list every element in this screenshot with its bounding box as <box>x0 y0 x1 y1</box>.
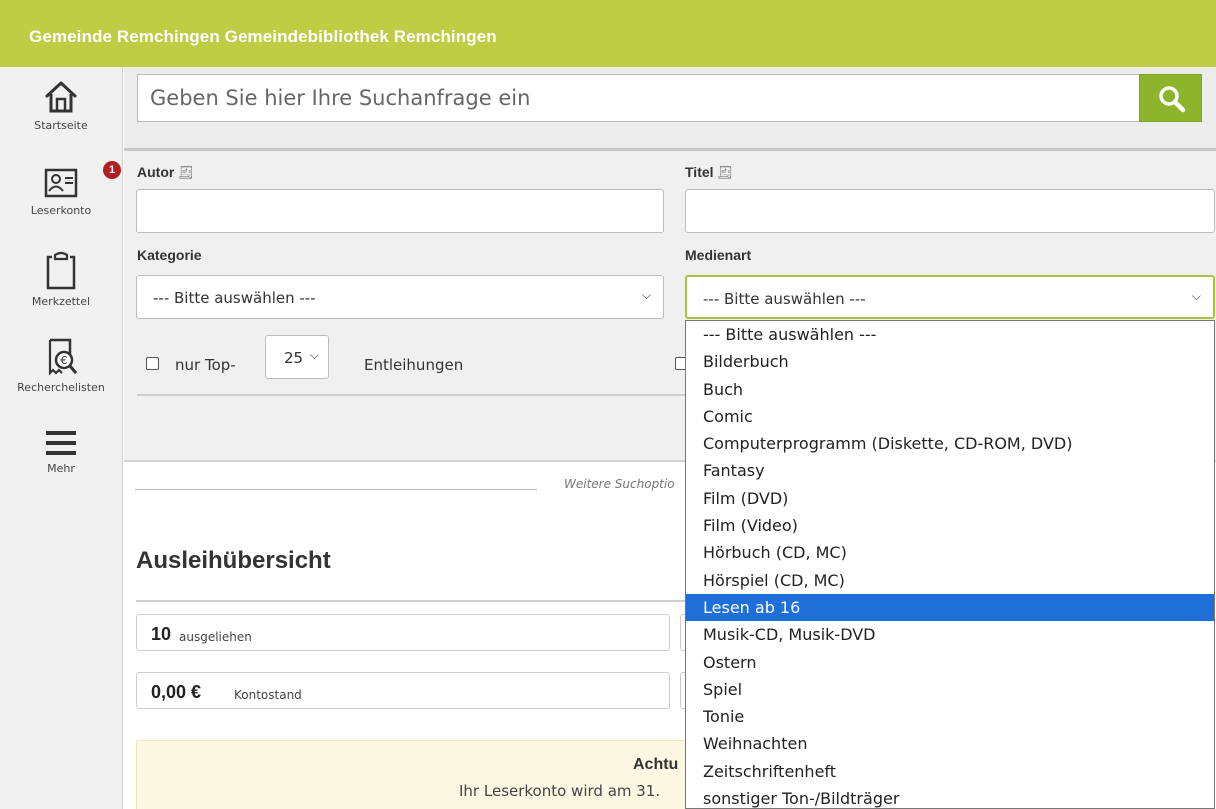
dropdown-option[interactable]: Weihnachten <box>686 730 1214 757</box>
overview-rule <box>136 600 696 602</box>
dropdown-option[interactable]: Film (Video) <box>686 512 1214 539</box>
dropdown-option[interactable]: Zeitschriftenheft <box>686 758 1214 785</box>
title-field[interactable] <box>685 189 1215 233</box>
dropdown-option[interactable]: Bilderbuch <box>686 348 1214 375</box>
dropdown-option[interactable]: Hörspiel (CD, MC) <box>686 567 1214 594</box>
receipt-search-icon: € <box>48 338 78 376</box>
chevron-down-icon: ⌵ <box>1191 289 1201 303</box>
chevron-down-icon: ⌵ <box>641 288 651 302</box>
sidebar-item-label: Mehr <box>47 462 75 475</box>
sidebar-item-label: Leserkonto <box>30 204 92 217</box>
dropdown-option[interactable]: Musik-CD, Musik-DVD <box>686 621 1214 648</box>
sidebar-item-leserkonto[interactable]: 1 Leserkonto <box>0 161 122 217</box>
lookup-icon[interactable]: 🧾︎ <box>717 165 734 180</box>
clipboard-icon <box>46 251 76 290</box>
category-select[interactable]: --- Bitte auswählen --- ⌵ <box>136 275 664 319</box>
sidebar-item-mehr[interactable]: Mehr <box>0 428 122 475</box>
sidebar-item-recherchelisten[interactable]: € Recherchelisten <box>0 337 122 394</box>
loans-label: Entleihungen <box>364 356 464 374</box>
dropdown-option[interactable]: Fantasy <box>686 457 1214 484</box>
balance-stat[interactable]: 0,00 € Kontostand <box>136 672 670 709</box>
top-label: nur Top- <box>175 356 236 374</box>
sidebar-item-merkzettel[interactable]: Merkzettel <box>0 251 122 308</box>
search-input[interactable] <box>137 74 1140 122</box>
media-type-label: Medienart <box>685 247 752 263</box>
lookup-icon[interactable]: 🧾︎ <box>177 165 194 180</box>
balance-stat-label: Kontostand <box>234 688 302 702</box>
svg-text:€: € <box>61 354 68 367</box>
dropdown-option-selected[interactable]: Lesen ab 16 <box>686 593 1214 622</box>
title-label: Titel 🧾︎ <box>685 164 734 180</box>
library-title: Gemeinde Remchingen Gemeindebibliothek R… <box>29 27 497 46</box>
dropdown-option[interactable]: Film (DVD) <box>686 485 1214 512</box>
dropdown-option[interactable]: Tonie <box>686 703 1214 730</box>
loans-count: 10 <box>151 624 172 644</box>
dropdown-option[interactable]: Spiel <box>686 676 1214 703</box>
dropdown-option[interactable]: Hörbuch (CD, MC) <box>686 539 1214 566</box>
dropdown-option[interactable]: Buch <box>686 376 1214 403</box>
dropdown-option[interactable]: sonstiger Ton-/Bildträger <box>686 785 1214 808</box>
warning-text: Ihr Leserkonto wird am 31. <box>459 782 661 800</box>
notification-badge: 1 <box>103 161 121 179</box>
loans-stat-label: ausgeliehen <box>179 630 252 644</box>
overview-title: Ausleihübersicht <box>136 547 331 574</box>
sidebar-item-startseite[interactable]: Startseite <box>0 79 122 132</box>
app-header: Gemeinde Remchingen Gemeindebibliothek R… <box>0 0 1216 67</box>
sidebar-item-label: Recherchelisten <box>17 381 105 394</box>
sidebar-item-label: Merkzettel <box>31 295 91 308</box>
search-button[interactable] <box>1139 74 1202 122</box>
author-label: Autor 🧾︎ <box>137 164 194 180</box>
sidebar-nav: Startseite 1 Leserkonto Merkzettel € Rec… <box>0 67 123 809</box>
media-type-dropdown[interactable]: --- Bitte auswählen --- Bilderbuch Buch … <box>685 320 1215 809</box>
dropdown-option[interactable]: --- Bitte auswählen --- <box>686 321 1214 348</box>
more-search-options-link[interactable]: Weitere Suchoptio <box>564 477 675 491</box>
options-rule <box>135 489 537 490</box>
balance-amount: 0,00 € <box>151 682 202 702</box>
hamburger-menu-icon <box>46 431 76 455</box>
dropdown-option[interactable]: Comic <box>686 403 1214 430</box>
account-warning: Achtu Ihr Leserkonto wird am 31. <box>136 740 696 809</box>
sidebar-item-label: Startseite <box>34 119 88 132</box>
top-count-select[interactable]: 25 ⌵ <box>265 335 329 379</box>
dropdown-option[interactable]: Ostern <box>686 649 1214 676</box>
dropdown-option[interactable]: Computerprogramm (Diskette, CD-ROM, DVD) <box>686 430 1214 457</box>
category-label: Kategorie <box>137 247 202 263</box>
chevron-down-icon: ⌵ <box>309 348 319 362</box>
id-card-icon <box>44 168 78 198</box>
author-field[interactable] <box>136 189 664 233</box>
media-type-select[interactable]: --- Bitte auswählen --- ⌵ <box>685 275 1215 319</box>
top-checkbox[interactable] <box>146 357 159 370</box>
home-icon <box>45 81 77 113</box>
warning-title: Achtu <box>633 756 679 773</box>
search-icon <box>1159 86 1186 113</box>
search-bar <box>124 67 1216 151</box>
loans-stat[interactable]: 10 ausgeliehen <box>136 614 670 651</box>
form-divider <box>137 394 697 396</box>
